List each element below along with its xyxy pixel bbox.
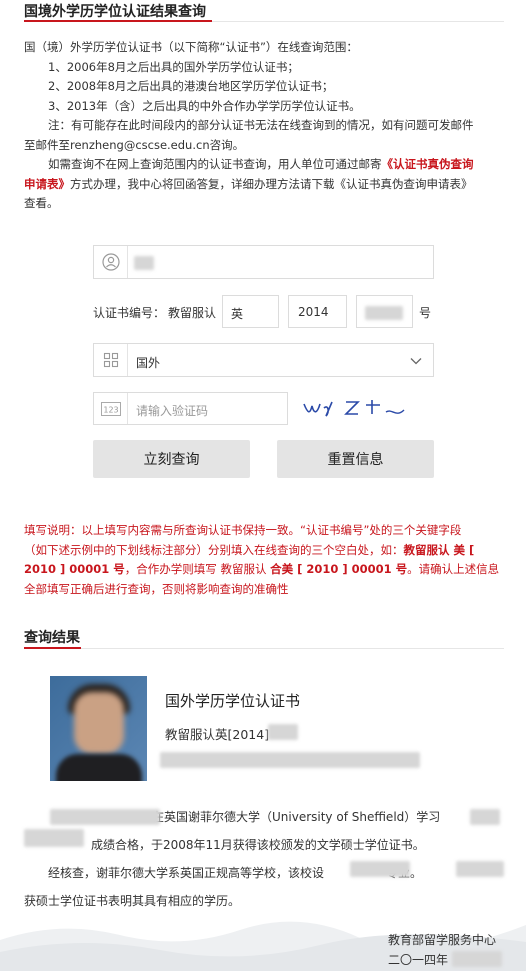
major-redacted [24,829,84,847]
section-title-underline [24,20,212,22]
result-title-underline [24,647,81,649]
reset-button[interactable]: 重置信息 [277,440,434,478]
fill-note-text: （如下述示例中的下划线标注部分）分别填入在线查询的三个空白处，如： [24,542,404,557]
program-redacted [350,861,410,877]
intro-note-1: 注：有可能存在此时间段内的部分认证书无法在线查询到的情况，如有问题可发邮件 [48,118,474,132]
result-divider [24,648,504,649]
fill-note-example-2: 合美 [ 2010 ] 00001 号 [270,562,408,576]
name-field[interactable] [93,245,434,279]
captcha-placeholder: 请输入验证码 [136,404,209,418]
issue-date: 二〇一四年 [388,953,449,967]
fill-note-line-3: 2010 ] 00001 号，合作办学则填写 教留服认 合美 [ 2010 ] … [24,560,504,580]
offline-text-b: 方式办理，我中心将回函答复，详细办理方法请下载《认证书真伪查询申请表》 [70,176,473,191]
intro-note-2: 至邮件至renzheng@cscse.edu.cn咨询。 [24,137,245,152]
cert-year-input[interactable]: 2014 [288,295,347,328]
intro-lead: 国（境）外学历学位认证书（以下简称“认证书”）在线查询范围： [24,40,358,54]
cert-year-value: 2014 [298,305,329,319]
offline-text-a: 如需查询不在网上查询范围内的认证书查询，用人单位可通过邮寄 [48,157,382,171]
cert-number-label: 认证书编号： [93,306,166,320]
holder-name-redacted [50,809,160,825]
number-123-icon: 123 [94,393,128,424]
fill-note-end: 。请确认上述信息 [407,562,500,576]
fill-note-example-1b: 2010 ] 00001 号 [24,562,125,576]
cert-country-input[interactable]: 英 [222,295,279,328]
application-form-link[interactable]: 《认证书真伪查询 [382,157,474,171]
certificate-title: 国外学历学位认证书 [165,692,301,710]
name-value-redacted [134,256,154,270]
captcha-input[interactable]: 123 请输入验证码 [93,392,288,425]
result-line-2: 成绩合格，于2008年11月获得该校颁发的文学硕士学位证书。 [91,838,425,852]
result-line-3a: 经核查，谢菲尔德大学系英国正规高等学校，该校设 [48,866,325,880]
submit-button[interactable]: 立刻查询 [93,440,250,478]
certificate-number: 教留服认英[2014] [165,724,269,743]
intro-item-3: 3、2013年（含）之后出具的中外合作办学学历学位认证书。 [48,98,361,113]
fill-instructions: 填写说明：以上填写内容需与所查询认证书保持一致。“认证书编号”处的三个关键字段 … [24,521,504,599]
captcha-image[interactable] [300,394,410,424]
region-select[interactable]: 国外 [93,343,434,377]
fill-note-mid: ，合作办学则填写 教留服认 [124,562,271,576]
issue-date-redacted [452,951,502,967]
intro-item-2: 2、2008年8月之后出具的港澳台地区学历学位认证书； [48,79,334,93]
chevron-down-icon[interactable] [409,353,423,372]
cert-number-redacted [268,724,298,740]
study-period-redacted [470,809,500,825]
cert-serial-redacted [365,306,403,320]
intro-item-1: 1、2006年8月之后出具的国外学历学位认证书； [48,59,299,74]
intro-offline-1: 如需查询不在网上查询范围内的认证书查询，用人单位可通过邮寄《认证书真伪查询 [24,155,504,175]
cert-suffix: 号 [419,306,432,320]
holder-redacted [456,861,504,877]
cert-serial-input[interactable] [356,295,413,328]
cert-prefix: 教留服认 [168,306,217,320]
application-form-link-cont[interactable]: 申请表》 [24,177,70,191]
issuer-name: 教育部留学服务中心 [388,933,497,947]
holder-photo [50,676,147,781]
cert-info-redacted [160,752,420,768]
intro-text: 国（境）外学历学位认证书（以下简称“认证书”）在线查询范围： 1、2006年8月… [24,38,504,214]
grid-icon [94,344,128,376]
fill-note-line-2: （如下述示例中的下划线标注部分）分别填入在线查询的三个空白处，如：教留服认 美 … [24,541,504,561]
user-badge-icon [94,246,128,278]
region-value: 国外 [136,356,161,370]
intro-offline-3: 查看。 [24,196,59,210]
fill-note-line-4: 全部填写正确后进行查询，否则将影响查询的准确性 [24,581,289,596]
fill-note-line-1: 填写说明：以上填写内容需与所查询认证书保持一致。“认证书编号”处的三个关键字段 [24,523,462,537]
intro-offline-2: 申请表》方式办理，我中心将回函答复，详细办理方法请下载《认证书真伪查询申请表》 [24,175,504,195]
certificate-number-text: 教留服认英[2014] [165,727,270,742]
svg-text:123: 123 [103,405,118,414]
cert-country-value: 英 [231,307,244,321]
query-section-title: 国境外学历学位认证结果查询 [24,4,206,20]
fill-note-example-1: 教留服认 美 [ [403,542,475,557]
result-section-title: 查询结果 [24,630,80,646]
